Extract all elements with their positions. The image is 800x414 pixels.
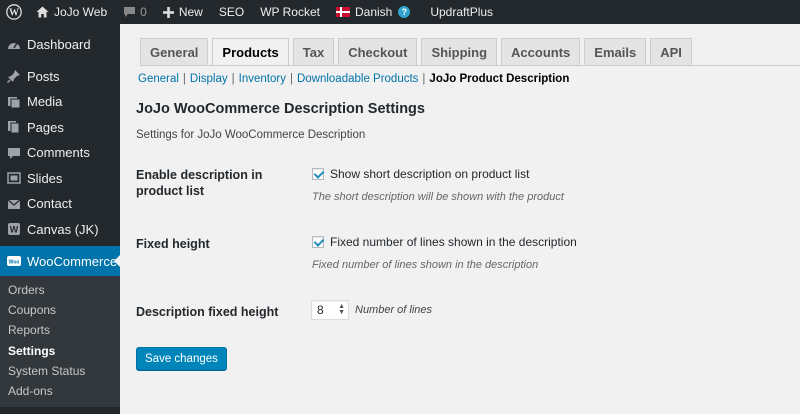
mail-icon: [7, 197, 21, 211]
plus-icon: [162, 6, 174, 18]
show-short-description-checkbox[interactable]: [312, 168, 324, 180]
wp-rocket-link[interactable]: WP Rocket: [252, 0, 328, 24]
tab-products[interactable]: Products: [212, 38, 289, 66]
tab-checkout[interactable]: Checkout: [338, 38, 418, 65]
sidebar-item-label: Slides: [27, 170, 63, 186]
separator: |: [422, 73, 426, 85]
sidebar-item-slides[interactable]: Slides: [0, 166, 120, 192]
comments-link[interactable]: 0: [115, 0, 155, 24]
sidebar-item-label: Media: [27, 94, 63, 110]
submenu-item-system-status[interactable]: System Status: [0, 361, 120, 381]
sidebar-item-label: WooCommerce: [27, 253, 118, 269]
wordpress-logo-icon[interactable]: W: [0, 0, 28, 24]
submenu-item-reports[interactable]: Reports: [0, 320, 120, 340]
site-name-link[interactable]: JoJo Web: [28, 0, 115, 24]
fixed-height-control: 8 ▲ ▼ Number of lines: [311, 300, 432, 320]
tab-general[interactable]: General: [140, 38, 209, 65]
fixed-lines-option[interactable]: Fixed number of lines shown in the descr…: [312, 235, 577, 249]
woocommerce-icon-text: Woo: [9, 260, 20, 266]
fixed-height-label: Fixed height: [136, 237, 210, 251]
comment-icon: [7, 146, 21, 160]
tab-shipping[interactable]: Shipping: [421, 38, 498, 65]
media-icon: [7, 95, 21, 109]
main-content: General Products Tax Checkout Shipping A…: [120, 24, 800, 414]
danish-flag-icon: [335, 7, 350, 17]
number-of-lines-suffix: Number of lines: [355, 304, 433, 316]
sidebar-item-media[interactable]: Media: [0, 89, 120, 115]
section-description: Settings for JoJo WooCommerce Descriptio…: [136, 129, 366, 141]
submenu-item-add-ons[interactable]: Add-ons: [0, 381, 120, 401]
admin-bar: W JoJo Web 0 New SEO WP Rocket Danish ? …: [0, 0, 800, 24]
tab-emails[interactable]: Emails: [584, 38, 647, 65]
woocommerce-submenu: Orders Coupons Reports Settings System S…: [0, 276, 120, 408]
updraftplus-link[interactable]: UpdraftPlus: [422, 0, 501, 24]
submenu-item-settings[interactable]: Settings: [0, 341, 120, 361]
subsection-links: General | Display | Inventory | Downloadable P…: [138, 73, 569, 85]
tabs-divider: [140, 65, 800, 66]
new-label: New: [178, 5, 203, 19]
sidebar-item-label: Pages: [27, 119, 64, 135]
settings-tabs: General Products Tax Checkout Shipping A…: [140, 38, 696, 66]
subsection-inventory[interactable]: Inventory: [239, 73, 286, 85]
new-content-link[interactable]: New: [155, 0, 211, 24]
tab-accounts[interactable]: Accounts: [501, 38, 581, 65]
wp-rocket-label: WP Rocket: [260, 5, 320, 19]
checkbox-label: Fixed number of lines shown in the descr…: [330, 235, 577, 249]
subsection-jojo-product-description: JoJo Product Description: [429, 73, 570, 85]
tab-tax[interactable]: Tax: [292, 38, 335, 65]
checkbox-label: Show short description on product list: [330, 167, 530, 181]
submenu-item-orders[interactable]: Orders: [0, 280, 120, 300]
help-icon[interactable]: ?: [398, 6, 411, 18]
subsection-downloadable-products[interactable]: Downloadable Products: [297, 73, 418, 85]
sidebar-item-label: Posts: [27, 68, 60, 84]
tab-api[interactable]: API: [650, 38, 692, 65]
svg-text:W: W: [9, 8, 19, 19]
sidebar-item-label: Canvas (JK): [27, 221, 99, 237]
submenu-item-coupons[interactable]: Coupons: [0, 300, 120, 320]
sidebar-item-posts[interactable]: Posts: [0, 64, 120, 90]
sidebar-item-canvas[interactable]: W Canvas (JK): [0, 217, 120, 243]
sidebar-item-woocommerce[interactable]: Woo WooCommerce: [0, 246, 121, 276]
slides-icon: [7, 171, 21, 185]
save-changes-button[interactable]: Save changes: [136, 347, 227, 370]
spinner-arrows-icon[interactable]: ▲ ▼: [338, 303, 345, 316]
sidebar-item-label: Contact: [27, 196, 72, 212]
canvas-icon: W: [7, 222, 21, 236]
subsection-display[interactable]: Display: [190, 73, 228, 85]
pin-icon: [7, 69, 21, 84]
sidebar-item-dashboard[interactable]: Dashboard: [0, 32, 120, 58]
sidebar-item-comments[interactable]: Comments: [0, 140, 120, 166]
comments-count: 0: [140, 5, 147, 19]
pages-icon: [7, 120, 21, 134]
language-switcher[interactable]: Danish ?: [328, 0, 418, 24]
language-label: Danish: [354, 5, 393, 19]
updraftplus-label: UpdraftPlus: [430, 5, 494, 19]
description-fixed-height-label: Description fixed height: [136, 305, 279, 319]
seo-link[interactable]: SEO: [211, 0, 252, 24]
site-name: JoJo Web: [54, 5, 108, 19]
dashboard-icon: [7, 38, 21, 52]
separator: |: [289, 73, 293, 85]
sidebar-item-contact[interactable]: Contact: [0, 191, 120, 217]
section-title: JoJo WooCommerce Description Settings: [136, 101, 425, 117]
separator: |: [231, 73, 235, 85]
svg-text:W: W: [10, 225, 19, 235]
comment-bubble-icon: [124, 7, 136, 17]
sidebar-item-label: Comments: [27, 145, 90, 161]
fixed-height-help: Fixed number of lines shown in the descr…: [312, 259, 539, 271]
separator: |: [182, 73, 186, 85]
sidebar-item-label: Dashboard: [27, 37, 91, 53]
subsection-general[interactable]: General: [138, 73, 179, 85]
fixed-lines-checkbox[interactable]: [312, 236, 324, 248]
number-value: 8: [317, 303, 324, 317]
seo-label: SEO: [218, 5, 245, 19]
show-short-description-option[interactable]: Show short description on product list: [312, 167, 529, 181]
sidebar-item-pages[interactable]: Pages: [0, 115, 120, 141]
woocommerce-icon: Woo: [7, 254, 21, 268]
home-icon: [36, 6, 49, 18]
admin-sidebar: Dashboard Posts Media Pages Comments Sli…: [0, 24, 121, 414]
enable-description-help: The short description will be shown with…: [312, 191, 564, 203]
fixed-height-number-input[interactable]: 8 ▲ ▼: [311, 300, 349, 320]
enable-description-label: Enable description in product list: [136, 168, 263, 198]
